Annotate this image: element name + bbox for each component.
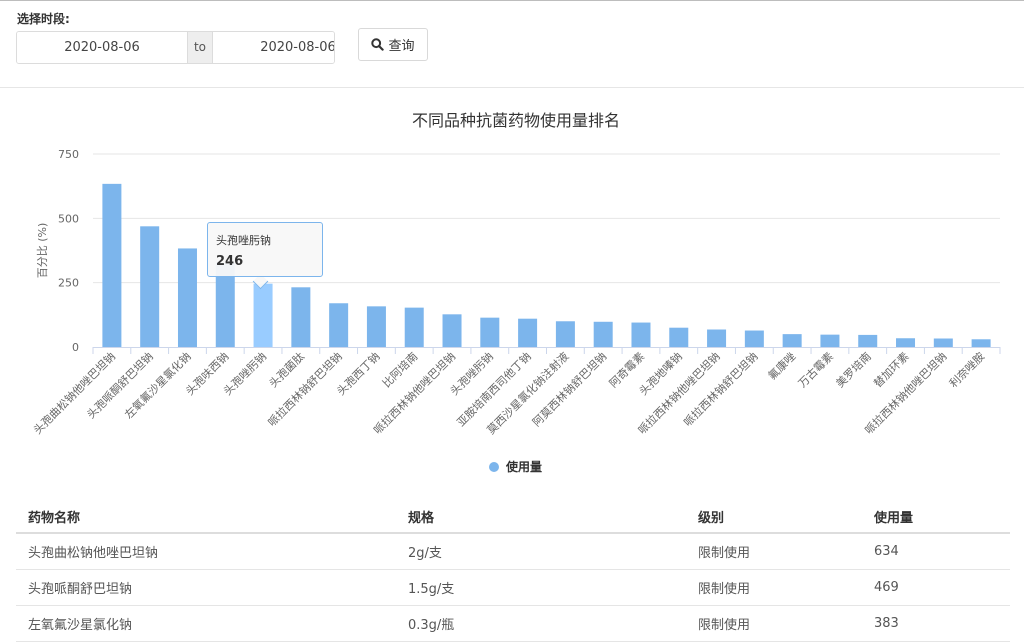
date-range-picker: to — [16, 31, 335, 64]
x-tick-label: 美罗培南 — [833, 349, 874, 390]
cell-level: 限制使用 — [686, 533, 862, 570]
bar[interactable] — [820, 334, 840, 347]
cell-drug-name: 头孢曲松钠他唑巴坦钠 — [16, 533, 396, 570]
bar[interactable] — [177, 248, 197, 347]
tooltip-category: 头孢唑肟钠 — [216, 234, 271, 247]
x-tick-label: 利奈唑胺 — [946, 349, 987, 390]
start-date-input[interactable] — [17, 32, 187, 63]
bar[interactable] — [669, 327, 689, 347]
usage-table: 药物名称 规格 级别 使用量 头孢曲松钠他唑巴坦钠 2g/支 限制使用 634 … — [16, 500, 1010, 642]
tooltip-value: 246 — [216, 254, 244, 269]
chart-tooltip: 头孢唑肟钠 246 — [207, 222, 323, 277]
bar[interactable] — [329, 303, 349, 347]
y-tick-label: 750 — [58, 148, 79, 161]
query-button[interactable]: 查询 — [358, 28, 428, 61]
bar[interactable] — [253, 283, 273, 347]
cell-drug-name: 左氧氟沙星氯化钠 — [16, 605, 396, 642]
bar[interactable] — [896, 338, 916, 347]
cell-usage: 383 — [862, 605, 1010, 642]
x-tick-label: 左氧氟沙星氯化钠 — [121, 349, 193, 421]
filter-bar: 选择时段: to 查询 — [0, 1, 1024, 88]
bar[interactable] — [291, 287, 311, 347]
query-button-label: 查询 — [388, 39, 415, 54]
bar[interactable] — [366, 306, 386, 347]
table-row[interactable]: 左氧氟沙星氯化钠 0.3g/瓶 限制使用 383 — [16, 605, 1010, 642]
bar[interactable] — [744, 330, 764, 347]
x-tick-label: 头孢哌酮舒巴坦钠 — [84, 349, 156, 421]
end-date-input[interactable] — [213, 32, 334, 63]
bar[interactable] — [858, 334, 878, 347]
bar[interactable] — [518, 318, 538, 347]
y-axis-title: 百分比 (%) — [36, 223, 49, 279]
x-tick-label: 万古霉素 — [796, 350, 836, 390]
cell-usage: 469 — [862, 569, 1010, 606]
chart-title: 不同品种抗菌药物使用量排名 — [412, 111, 620, 130]
bar[interactable] — [140, 226, 160, 347]
cell-usage: 634 — [862, 533, 1010, 570]
bar[interactable] — [404, 307, 424, 347]
cell-level: 限制使用 — [686, 605, 862, 642]
bar[interactable] — [782, 334, 802, 347]
table-header-row: 药物名称 规格 级别 使用量 — [16, 500, 1010, 534]
bar[interactable] — [631, 322, 651, 347]
cell-spec: 1.5g/支 — [396, 569, 686, 606]
column-header-spec: 规格 — [396, 500, 686, 534]
bar[interactable] — [707, 329, 727, 347]
bar[interactable] — [971, 339, 991, 347]
column-header-usage: 使用量 — [862, 500, 1010, 534]
column-header-drug-name: 药物名称 — [16, 500, 396, 534]
bar[interactable] — [593, 321, 613, 347]
y-tick-label: 250 — [58, 277, 79, 290]
bar[interactable] — [555, 321, 575, 347]
date-range-separator: to — [187, 32, 213, 63]
column-header-level: 级别 — [686, 500, 862, 534]
bar[interactable] — [933, 338, 953, 347]
bar[interactable] — [480, 317, 500, 347]
cell-level: 限制使用 — [686, 569, 862, 606]
table-row[interactable]: 头孢哌酮舒巴坦钠 1.5g/支 限制使用 469 — [16, 569, 1010, 606]
table-row[interactable]: 头孢曲松钠他唑巴坦钠 2g/支 限制使用 634 — [16, 533, 1010, 570]
period-label: 选择时段: — [17, 12, 70, 26]
search-icon — [371, 38, 385, 51]
cell-spec: 2g/支 — [396, 533, 686, 570]
x-tick-label: 氟康唑 — [765, 349, 798, 382]
chart-legend[interactable]: 使用量 — [489, 459, 542, 474]
cell-drug-name: 头孢哌酮舒巴坦钠 — [16, 569, 396, 606]
y-tick-label: 500 — [58, 212, 79, 225]
legend-marker — [489, 462, 499, 472]
bar[interactable] — [102, 183, 122, 347]
legend-series-label: 使用量 — [505, 459, 542, 474]
cell-spec: 0.3g/瓶 — [396, 605, 686, 642]
bar[interactable] — [442, 314, 462, 347]
usage-ranking-chart: 不同品种抗菌药物使用量排名 0250500750 头孢曲松钠他唑巴坦钠头孢哌酮舒… — [30, 111, 1001, 474]
y-tick-label: 0 — [72, 341, 79, 354]
